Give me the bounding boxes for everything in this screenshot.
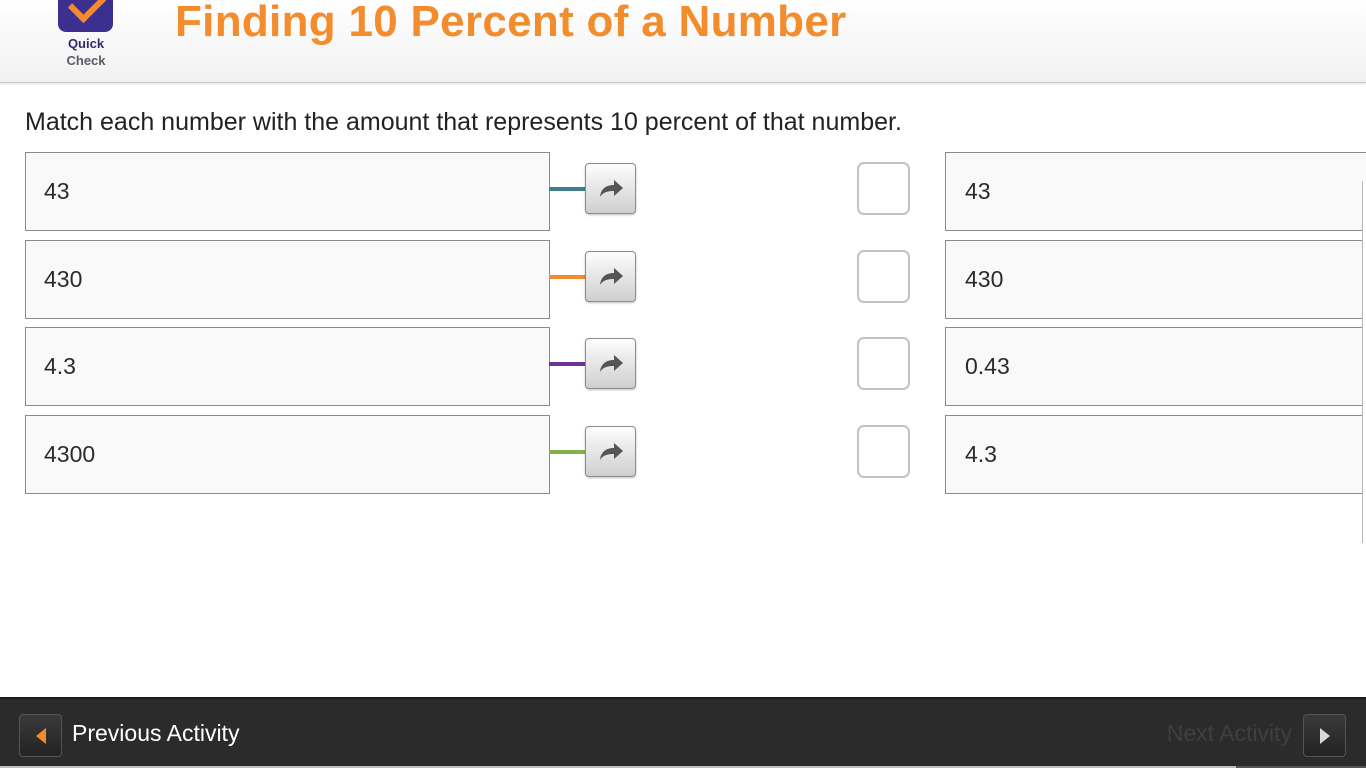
previous-activity-button[interactable] xyxy=(19,714,62,757)
connector-line xyxy=(549,275,585,279)
scrollbar[interactable] xyxy=(1362,181,1366,543)
quick-check-page: Quick Check Finding 10 Percent of a Numb… xyxy=(0,0,1366,768)
match-row: 4300 4.3 xyxy=(0,415,1366,494)
logo-line1: Quick xyxy=(67,36,105,51)
curved-arrow-right-icon xyxy=(599,179,623,197)
curved-arrow-right-icon xyxy=(599,267,623,285)
logo-text: Quick Check xyxy=(56,35,116,69)
curved-arrow-right-icon xyxy=(599,354,623,372)
left-item-label: 430 xyxy=(44,266,83,292)
match-row: 430 430 xyxy=(0,240,1366,319)
right-item-label: 430 xyxy=(965,266,1004,292)
left-item[interactable]: 4300 xyxy=(25,415,550,494)
next-activity-label: Next Activity xyxy=(1166,720,1292,746)
match-row: 4.3 0.43 xyxy=(0,327,1366,406)
left-item[interactable]: 43 xyxy=(25,152,550,231)
quick-check-logo xyxy=(58,0,113,32)
header: Quick Check Finding 10 Percent of a Numb… xyxy=(0,0,1366,83)
triangle-right-icon xyxy=(1319,727,1330,744)
match-target-slot[interactable] xyxy=(857,250,910,303)
right-item-label: 0.43 xyxy=(965,353,1010,379)
left-item-label: 4300 xyxy=(44,441,96,467)
right-item[interactable]: 430 xyxy=(945,240,1366,319)
connector-line xyxy=(549,450,585,454)
right-item-label: 4.3 xyxy=(965,441,997,467)
right-item[interactable]: 4.3 xyxy=(945,415,1366,494)
next-activity-button[interactable] xyxy=(1303,714,1346,757)
match-row: 43 43 xyxy=(0,152,1366,231)
right-item[interactable]: 0.43 xyxy=(945,327,1366,406)
curved-arrow-right-icon xyxy=(599,442,623,460)
previous-activity-label[interactable]: Previous Activity xyxy=(72,720,239,747)
connector-line xyxy=(549,187,585,191)
left-item-label: 4.3 xyxy=(44,353,76,379)
match-arrow-button[interactable] xyxy=(585,251,636,302)
match-arrow-button[interactable] xyxy=(585,163,636,214)
logo-line2: Check xyxy=(66,53,106,68)
match-arrow-button[interactable] xyxy=(585,338,636,389)
right-item-label: 43 xyxy=(965,178,991,204)
left-item[interactable]: 430 xyxy=(25,240,550,319)
match-target-slot[interactable] xyxy=(857,425,910,478)
page-title: Finding 10 Percent of a Number xyxy=(175,0,847,46)
triangle-left-icon xyxy=(35,727,46,744)
left-item-label: 43 xyxy=(44,178,70,204)
match-target-slot[interactable] xyxy=(857,337,910,390)
footer-nav: Previous Activity Next Activity xyxy=(0,697,1366,768)
checkmark-icon xyxy=(67,0,107,24)
connector-line xyxy=(549,362,585,366)
right-item[interactable]: 43 xyxy=(945,152,1366,231)
match-arrow-button[interactable] xyxy=(585,426,636,477)
match-target-slot[interactable] xyxy=(857,162,910,215)
instructions: Match each number with the amount that r… xyxy=(25,108,902,136)
left-item[interactable]: 4.3 xyxy=(25,327,550,406)
